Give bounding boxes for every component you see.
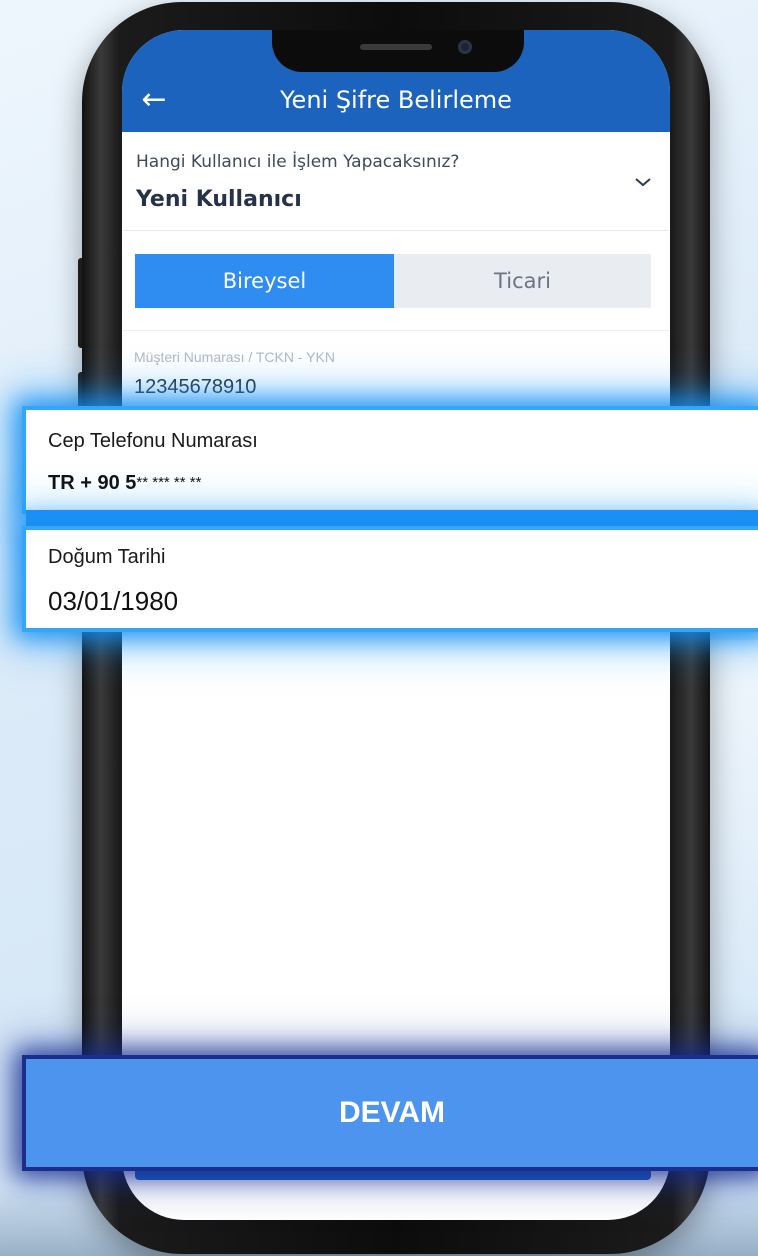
birth-date-field[interactable]: Doğum Tarihi 03/01/1980 [26, 530, 758, 628]
continue-button[interactable]: DEVAM [26, 1059, 758, 1167]
divider [122, 330, 670, 331]
user-selector[interactable]: Hangi Kullanıcı ile İşlem Yapacaksınız? … [122, 132, 670, 231]
birth-date-value: 03/01/1980 [48, 586, 179, 616]
customer-type-segment: Bireysel Ticari [135, 254, 651, 308]
phone-prefix: TR + 90 5 [48, 472, 137, 494]
user-selector-value: Yeni Kullanıcı [136, 187, 302, 212]
front-camera-icon [458, 40, 472, 54]
chevron-down-icon[interactable] [634, 172, 652, 193]
segment-bireysel[interactable]: Bireysel [135, 254, 394, 308]
phone-masked-digits: ** *** ** ** [136, 474, 202, 491]
birth-date-label: Doğum Tarihi [48, 546, 166, 568]
phone-number-value: TR + 90 5** *** ** ** [48, 472, 201, 495]
phone-number-field[interactable]: Cep Telefonu Numarası TR + 90 5** *** **… [26, 410, 758, 510]
page-title: Yeni Şifre Belirleme [280, 86, 512, 114]
phone-number-label: Cep Telefonu Numarası [48, 430, 258, 452]
highlight-band [26, 510, 758, 530]
customer-number-label: Müşteri Numarası / TCKN - YKN [134, 349, 335, 365]
customer-number-field[interactable]: 12345678910 [134, 376, 256, 399]
segment-ticari[interactable]: Ticari [394, 254, 651, 308]
screen-button-edge [135, 1170, 651, 1180]
user-selector-label: Hangi Kullanıcı ile İşlem Yapacaksınız? [136, 152, 460, 172]
speaker-grille [360, 44, 432, 50]
phone-notch [272, 30, 524, 72]
